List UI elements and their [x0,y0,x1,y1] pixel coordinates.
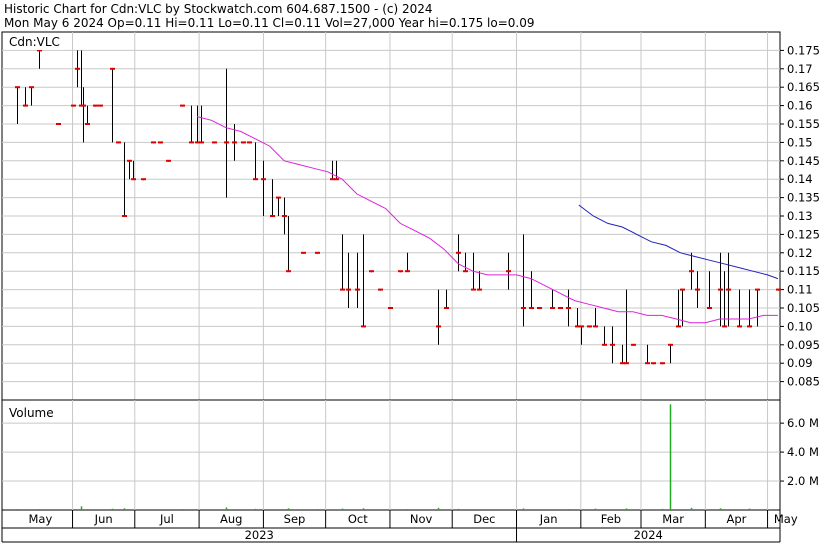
price-tick-label: 0.155 [787,117,820,131]
price-tick-label: 0.145 [787,154,820,168]
price-tick-label: 0.16 [787,99,813,113]
month-label: Dec [473,512,495,526]
month-label: Apr [726,512,746,526]
price-tick-label: 0.09 [787,356,813,370]
price-tick-label: 0.095 [787,338,820,352]
volume-panel: 6.0 M 4.0 M 2.0 M Volume [1,399,819,511]
year-label: 2023 [245,528,274,542]
volume-tick-label: 6.0 M [787,416,819,430]
price-tick-label: 0.10 [787,319,813,333]
chart-header-quote: Mon May 6 2024 Op=0.11 Hi=0.11 Lo=0.11 C… [4,16,534,30]
price-panel-label: Cdn:VLC [9,35,60,49]
price-tick-label: 0.135 [787,191,820,205]
stock-chart: Historic Chart for Cdn:VLC by Stockwatch… [1,2,820,543]
price-tick-label: 0.085 [787,375,820,389]
month-label: May [774,512,798,526]
month-label: Jun [94,512,113,526]
x-axis: May Jun Jul Aug Sep Oct Nov Dec Jan Feb Mar Apr May … [1,510,798,543]
volume-tick-label: 2.0 M [787,474,819,488]
month-label: Sep [284,512,306,526]
price-tick-label: 0.105 [787,301,820,315]
month-label: Feb [601,512,621,526]
year-labels: 2023 2024 [245,528,663,542]
price-tick-label: 0.13 [787,209,813,223]
chart-header-title: Historic Chart for Cdn:VLC by Stockwatch… [4,2,433,16]
volume-y-axis: 6.0 M 4.0 M 2.0 M [780,416,819,488]
price-tick-label: 0.165 [787,80,820,94]
price-tick-label: 0.12 [787,246,813,260]
month-label: Jan [539,512,558,526]
price-y-axis: 0.175 0.17 0.165 0.16 0.155 0.15 0.145 0.14 0.13… [780,43,820,389]
month-label: Jul [159,512,174,526]
month-label: Mar [662,512,684,526]
price-tick-label: 0.17 [787,62,813,76]
month-label: Aug [220,512,242,526]
price-tick-label: 0.11 [787,283,813,297]
price-panel: 0.175 0.17 0.165 0.16 0.155 0.15 0.145 0.14 0.13… [1,31,820,401]
price-tick-label: 0.125 [787,227,820,241]
volume-panel-label: Volume [9,406,54,420]
price-tick-label: 0.14 [787,172,813,186]
volume-panel-frame [1,399,781,511]
month-label: Nov [410,512,433,526]
volume-tick-label: 4.0 M [787,445,819,459]
year-label: 2024 [634,528,663,542]
month-label: May [28,512,52,526]
price-tick-label: 0.15 [787,135,813,149]
month-label: Oct [348,512,368,526]
month-labels: May Jun Jul Aug Sep Oct Nov Dec Jan Feb Mar Apr May [28,510,798,528]
price-tick-label: 0.115 [787,264,820,278]
price-gridlines [2,32,780,400]
price-tick-label: 0.175 [787,43,820,57]
